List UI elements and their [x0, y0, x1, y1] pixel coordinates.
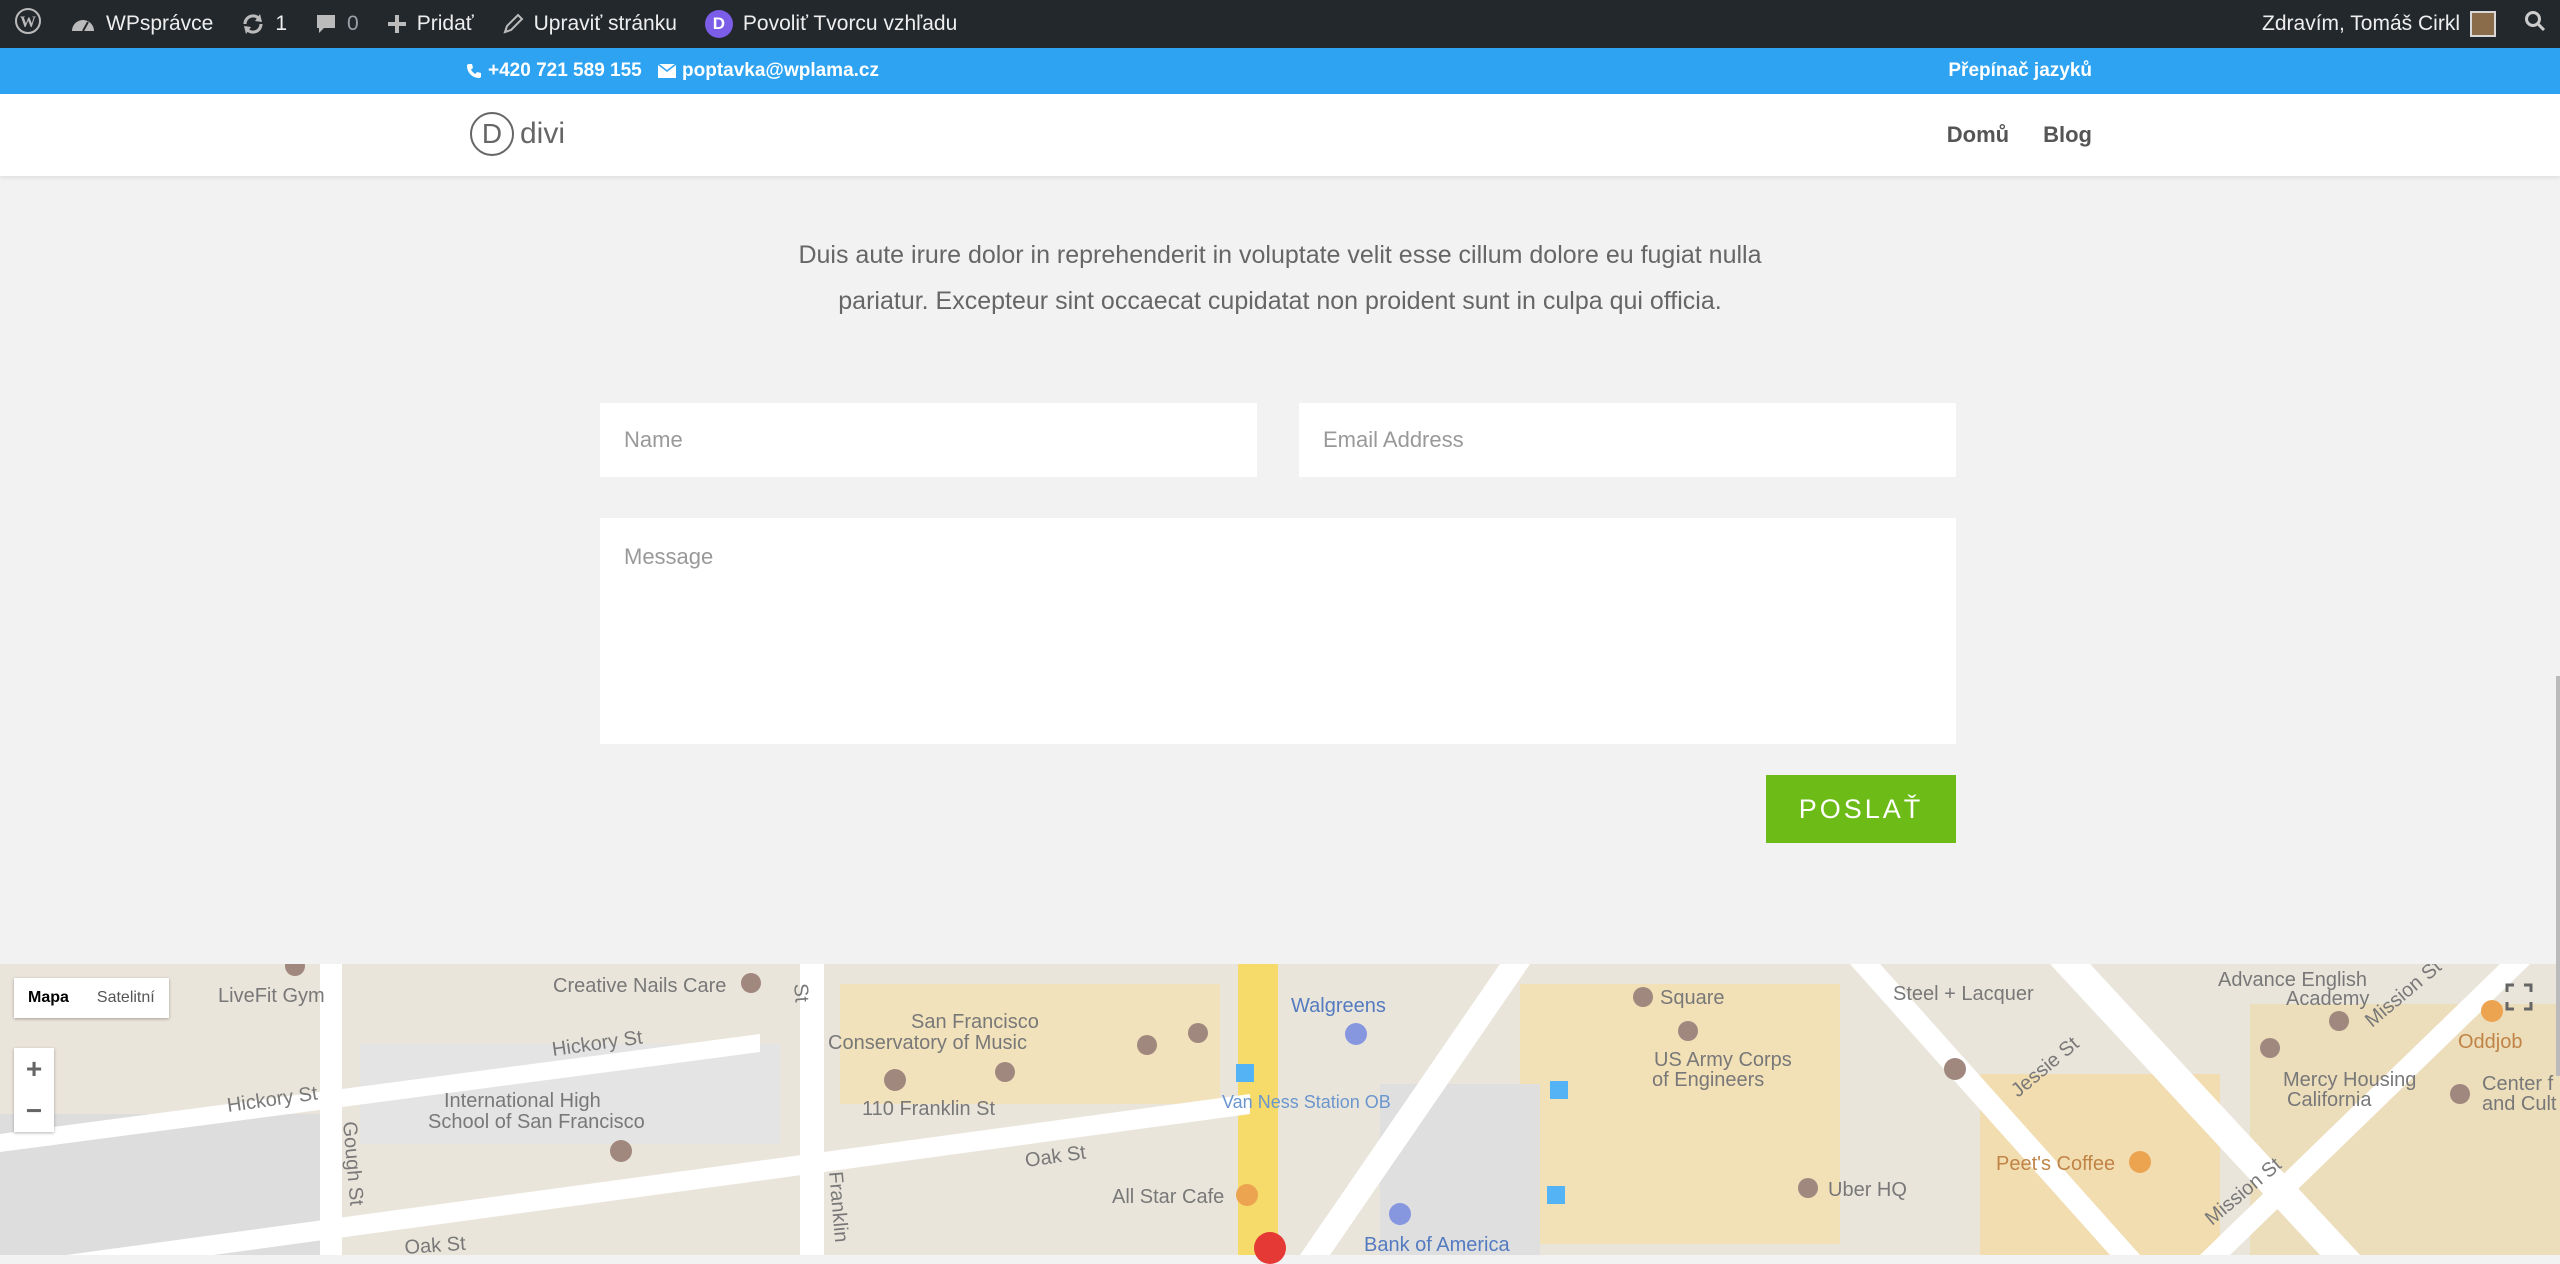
map-type-control: Mapa Satelitní — [14, 978, 169, 1018]
main-nav: Domů Blog — [1913, 94, 2092, 176]
zoom-control: + − — [14, 1048, 54, 1132]
refresh-icon — [241, 12, 265, 36]
map-type-map-button[interactable]: Mapa — [14, 978, 83, 1018]
submit-button[interactable]: POSLAŤ — [1766, 775, 1956, 843]
google-map[interactable]: Creative Nails Care LiveFit Gym Hickory … — [0, 964, 2560, 1255]
wordpress-icon: W — [14, 7, 42, 41]
site-logo[interactable]: D divi — [470, 112, 565, 156]
builder-label: Povoliť Tvorcu vzhľadu — [742, 12, 958, 35]
nav-item-home[interactable]: Domů — [1947, 122, 2009, 148]
plus-icon — [387, 14, 407, 34]
zoom-in-button[interactable]: + — [14, 1048, 54, 1090]
zoom-out-button[interactable]: − — [14, 1090, 54, 1132]
page-scrollbar[interactable] — [2556, 676, 2560, 1076]
nav-item-blog[interactable]: Blog — [2043, 122, 2092, 148]
mail-icon — [658, 64, 676, 78]
svg-text:W: W — [20, 14, 36, 31]
main-header: D divi Domů Blog — [0, 94, 2560, 176]
edit-label: Upraviť stránku — [533, 12, 677, 35]
greeting: Zdravím, Tomáš Cirkl — [2262, 12, 2460, 35]
updates-count: 1 — [275, 12, 288, 35]
my-account-menu[interactable]: Zdravím, Tomáš Cirkl — [2248, 0, 2510, 48]
contact-intro: Duis aute irure dolor in reprehenderit i… — [680, 232, 1880, 324]
dashboard-icon — [70, 13, 96, 35]
comment-icon — [315, 13, 337, 35]
new-content-menu[interactable]: Pridať — [373, 0, 488, 48]
comments-count: 0 — [347, 12, 359, 35]
wp-logo-menu[interactable]: W — [0, 0, 56, 48]
search-button[interactable] — [2510, 0, 2560, 48]
top-phone[interactable]: +420 721 589 155 — [466, 48, 642, 94]
fullscreen-button[interactable] — [2504, 982, 2534, 1012]
admin-bar: W WPsprávce 1 0 Pridať Upraviť stránku D… — [0, 0, 2560, 48]
map-canvas[interactable]: Creative Nails Care LiveFit Gym Hickory … — [0, 964, 2560, 1255]
language-switcher[interactable]: Přepínač jazyků — [1948, 48, 2092, 94]
search-icon — [2524, 10, 2546, 38]
site-name: WPsprávce — [106, 12, 214, 35]
map-marker-icon[interactable] — [1254, 1232, 1286, 1264]
message-textarea[interactable] — [600, 518, 1956, 744]
logo-mark: D — [470, 112, 514, 156]
enable-builder-link[interactable]: D Povoliť Tvorcu vzhľadu — [691, 0, 971, 48]
divi-icon: D — [704, 10, 733, 38]
phone-number: +420 721 589 155 — [488, 60, 642, 81]
map-type-satellite-button[interactable]: Satelitní — [83, 978, 169, 1018]
edit-page-link[interactable]: Upraviť stránku — [488, 0, 691, 48]
phone-icon — [466, 63, 482, 79]
comments-menu[interactable]: 0 — [301, 0, 373, 48]
top-email[interactable]: poptavka@wplama.cz — [658, 48, 879, 94]
avatar — [2470, 11, 2496, 37]
site-name-menu[interactable]: WPsprávce — [56, 0, 227, 48]
email-input[interactable] — [1299, 403, 1956, 477]
top-info-bar: +420 721 589 155 poptavka@wplama.cz Přep… — [0, 48, 2560, 94]
intro-line-2: pariatur. Excepteur sint occaecat cupida… — [838, 287, 1722, 315]
name-input[interactable] — [600, 403, 1257, 477]
email-address: poptavka@wplama.cz — [682, 60, 879, 81]
pencil-icon — [502, 13, 524, 35]
new-label: Pridať — [416, 12, 474, 35]
updates-menu[interactable]: 1 — [227, 0, 301, 48]
intro-line-1: Duis aute irure dolor in reprehenderit i… — [798, 241, 1762, 269]
logo-text: divi — [520, 117, 566, 150]
